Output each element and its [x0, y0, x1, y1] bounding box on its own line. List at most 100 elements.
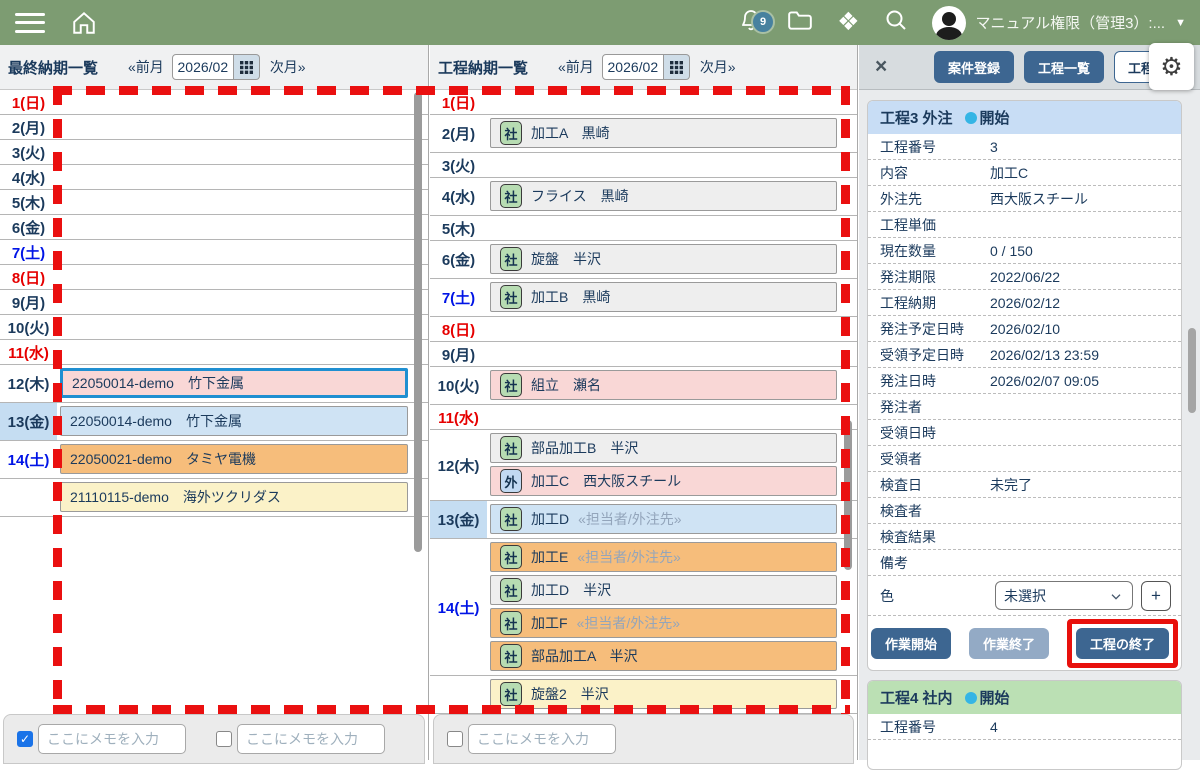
- calendar-entry[interactable]: 社加工E«担当者/外注先»: [490, 542, 837, 572]
- process-4-card-header: 工程4 社内 開始: [868, 681, 1181, 714]
- day-entries: 22050014-demo 竹下金属: [57, 403, 428, 440]
- memo-checkbox[interactable]: [216, 731, 232, 747]
- field-row: 工程番号4: [868, 714, 1181, 740]
- calendar-entry[interactable]: 社加工D«担当者/外注先»: [490, 504, 837, 534]
- prev-month-button[interactable]: «前月: [128, 57, 164, 77]
- memo-checkbox[interactable]: ✓: [17, 731, 33, 747]
- calendar-entry[interactable]: 社加工F«担当者/外注先»: [490, 608, 837, 638]
- calendar-entry[interactable]: 22050014-demo 竹下金属: [60, 406, 408, 436]
- field-row: 検査日未完了: [868, 472, 1181, 498]
- day-entries: 社加工B 黒崎: [487, 279, 857, 316]
- memo-bar: ✓: [3, 714, 425, 764]
- memo-input[interactable]: [38, 724, 186, 754]
- calendar-entry[interactable]: 社フライス 黒崎: [490, 181, 837, 211]
- in-house-badge: 社: [500, 682, 522, 706]
- field-label: 内容: [880, 163, 990, 183]
- memo-input[interactable]: [468, 724, 616, 754]
- entry-label: 22050021-demo タミヤ電機: [70, 449, 256, 469]
- entry-label: 部品加工A 半沢: [531, 646, 638, 666]
- calendar-entry[interactable]: 22050014-demo 竹下金属: [60, 368, 408, 398]
- day-label: 1(日): [0, 90, 57, 114]
- memo-checkbox[interactable]: [447, 731, 463, 747]
- day-label: 3(火): [0, 140, 57, 164]
- process-due-panel: 工程納期一覧 «前月 次月» 1(日)2(月)社加工A 黒崎3(火)4(水)社フ…: [430, 45, 858, 760]
- calendar-row: 社旋盤2 半沢: [430, 676, 857, 714]
- day-label: 14(土): [430, 539, 487, 675]
- action-button-作業終了[interactable]: 作業終了: [969, 628, 1049, 659]
- day-entries: [57, 240, 428, 264]
- field-label: 工程単価: [880, 215, 990, 235]
- next-month-button[interactable]: 次月»: [270, 57, 306, 77]
- in-house-badge: 社: [500, 644, 522, 668]
- dropbox-icon[interactable]: ❖: [837, 10, 859, 35]
- home-icon[interactable]: [71, 10, 97, 36]
- prev-month-button[interactable]: «前月: [558, 57, 594, 77]
- day-entries: [57, 190, 428, 214]
- action-button-作業開始[interactable]: 作業開始: [871, 628, 951, 659]
- day-entries: [57, 265, 428, 289]
- calendar-row: 8(日): [0, 265, 428, 290]
- calendar-entry[interactable]: 21110115-demo 海外ツクリダス: [60, 482, 408, 512]
- month-input[interactable]: [172, 54, 234, 80]
- outsource-badge: 外: [500, 469, 522, 493]
- day-entries: [487, 405, 857, 429]
- color-select[interactable]: 未選択: [995, 581, 1133, 610]
- entry-placeholder-hint: «担当者/外注先»: [577, 613, 680, 633]
- calendar-entry[interactable]: 社加工D 半沢: [490, 575, 837, 605]
- calendar-entry[interactable]: 社組立 瀬名: [490, 370, 837, 400]
- middle-scrollbar-thumb[interactable]: [844, 420, 852, 570]
- day-label: [0, 479, 57, 516]
- field-value: 2026/02/13 23:59: [990, 347, 1169, 363]
- calendar-entry[interactable]: 社部品加工B 半沢: [490, 433, 837, 463]
- calendar-row: 10(火): [0, 315, 428, 340]
- calendar-picker-icon[interactable]: [664, 54, 690, 80]
- field-row: 発注予定日時2026/02/10: [868, 316, 1181, 342]
- entry-label: 加工E: [531, 547, 568, 567]
- entry-placeholder-hint: «担当者/外注先»: [577, 547, 680, 567]
- settings-gear-button[interactable]: ⚙: [1149, 43, 1194, 90]
- calendar-entry[interactable]: 社旋盤2 半沢: [490, 679, 837, 709]
- day-label: 6(金): [430, 241, 487, 278]
- calendar-row: 7(土): [0, 240, 428, 265]
- calendar-picker-icon[interactable]: [234, 54, 260, 80]
- entry-label: 旋盤 半沢: [531, 249, 601, 269]
- day-label: [430, 676, 487, 713]
- calendar-row: 10(火)社組立 瀬名: [430, 367, 857, 405]
- notifications-button[interactable]: 9: [739, 7, 763, 38]
- calendar-entry[interactable]: 外加工C 西大阪スチール: [490, 466, 837, 496]
- calendar-entry[interactable]: 社旋盤 半沢: [490, 244, 837, 274]
- day-entries: [487, 153, 857, 177]
- memo-input[interactable]: [237, 724, 385, 754]
- action-button-工程の終了[interactable]: 工程の終了: [1076, 628, 1169, 659]
- calendar-entry[interactable]: 社加工A 黒崎: [490, 118, 837, 148]
- day-label: 9(月): [0, 290, 57, 314]
- search-icon[interactable]: [884, 8, 908, 37]
- in-house-badge: 社: [500, 184, 522, 208]
- calendar-entry[interactable]: 社加工B 黒崎: [490, 282, 837, 312]
- calendar-entry[interactable]: 22050021-demo タミヤ電機: [60, 444, 408, 474]
- calendar-entry[interactable]: 社部品加工A 半沢: [490, 641, 837, 671]
- month-input[interactable]: [602, 54, 664, 80]
- calendar-row: 21110115-demo 海外ツクリダス: [0, 479, 428, 517]
- close-icon[interactable]: ×: [875, 55, 887, 79]
- user-menu[interactable]: マニュアル権限（管理3）:... ▼: [932, 6, 1186, 40]
- add-color-button[interactable]: +: [1141, 581, 1171, 611]
- day-entries: [487, 216, 857, 240]
- next-month-button[interactable]: 次月»: [700, 57, 736, 77]
- day-label: 6(金): [0, 215, 57, 239]
- folder-icon[interactable]: [787, 8, 813, 37]
- calendar-row: 12(木)社部品加工B 半沢外加工C 西大阪スチール: [430, 430, 857, 501]
- right-scrollbar-thumb[interactable]: [1188, 328, 1196, 413]
- in-house-badge: 社: [500, 436, 522, 460]
- user-role-label: マニュアル権限（管理3）:...: [976, 12, 1166, 33]
- hamburger-menu-icon[interactable]: [15, 13, 45, 33]
- field-value: 2026/02/07 09:05: [990, 373, 1169, 389]
- left-scrollbar-thumb[interactable]: [414, 92, 422, 552]
- day-label: 2(月): [0, 115, 57, 139]
- field-value: 2026/02/10: [990, 321, 1169, 337]
- toolbar-button-工程一覧[interactable]: 工程一覧: [1024, 51, 1104, 83]
- field-row: 発注日時2026/02/07 09:05: [868, 368, 1181, 394]
- field-row: 検査者: [868, 498, 1181, 524]
- toolbar-button-案件登録[interactable]: 案件登録: [934, 51, 1014, 83]
- day-entries: 社加工D«担当者/外注先»: [487, 501, 857, 538]
